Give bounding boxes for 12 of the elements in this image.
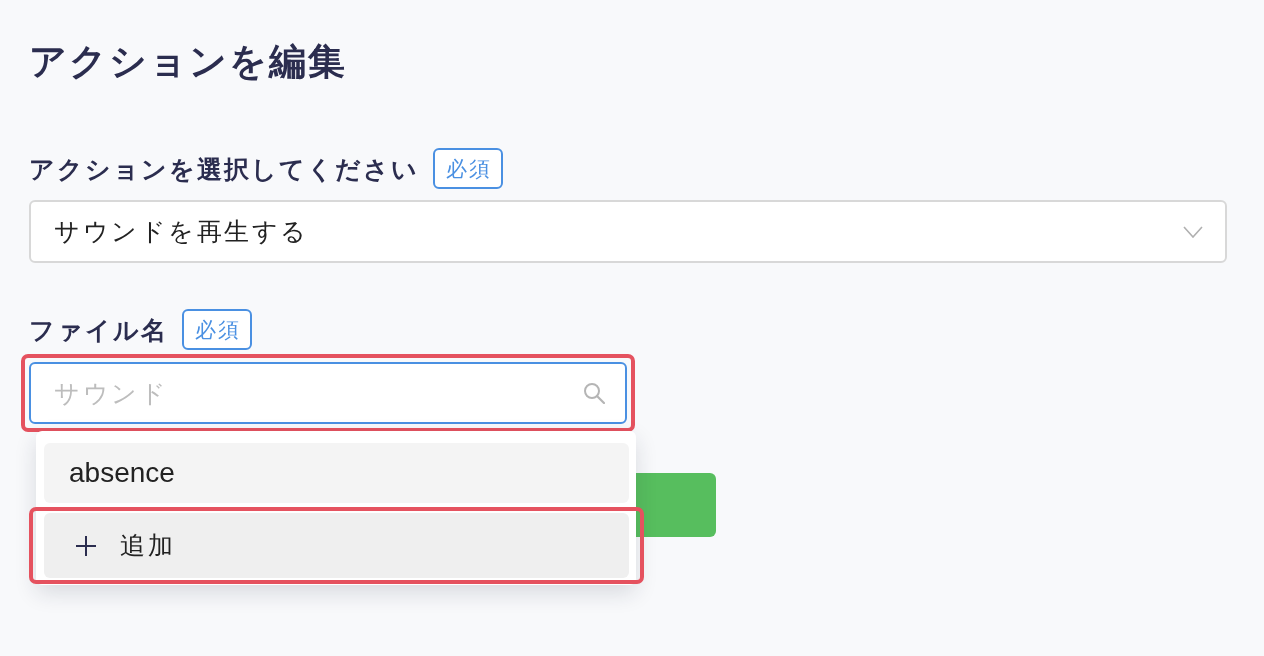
plus-icon <box>76 535 96 556</box>
chevron-down-icon <box>1183 225 1203 238</box>
required-badge: 必須 <box>433 148 503 189</box>
search-icon <box>583 382 605 404</box>
field-label: ファイル名 <box>29 314 168 346</box>
add-option[interactable]: 追加 <box>44 513 629 578</box>
page-title: アクションを編集 <box>29 40 347 84</box>
field-label: アクションを選択してください <box>29 153 419 185</box>
required-badge: 必須 <box>182 309 252 350</box>
search-field[interactable]: サウンド <box>29 362 627 424</box>
dropdown-option[interactable]: absence <box>44 443 629 503</box>
select-field[interactable]: サウンドを再生する <box>29 200 1227 263</box>
